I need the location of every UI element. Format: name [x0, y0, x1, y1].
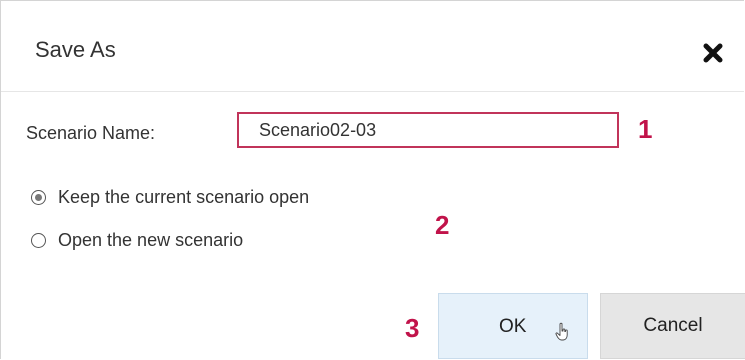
- save-as-dialog: Save As Scenario Name: 1 Keep the curren…: [0, 0, 745, 359]
- dialog-header: Save As: [1, 1, 744, 92]
- radio-open-new[interactable]: [31, 233, 46, 248]
- close-icon: [703, 43, 723, 63]
- hand-pointer-icon: [555, 322, 568, 341]
- scenario-name-input[interactable]: [237, 112, 619, 148]
- callout-2: 2: [435, 210, 450, 240]
- cancel-button[interactable]: Cancel: [600, 293, 745, 359]
- dialog-title: Save As: [35, 37, 116, 62]
- ok-button[interactable]: OK: [438, 293, 588, 359]
- radio-keep-current-open[interactable]: [31, 190, 46, 205]
- option-keep-current-open[interactable]: Keep the current scenario open: [31, 187, 309, 208]
- close-button[interactable]: [701, 41, 725, 65]
- option-open-new-label: Open the new scenario: [58, 230, 244, 250]
- option-open-new[interactable]: Open the new scenario: [31, 230, 243, 251]
- ok-button-label: OK: [499, 316, 527, 337]
- scenario-name-label: Scenario Name:: [26, 123, 156, 143]
- callout-1: 1: [638, 114, 653, 144]
- option-keep-current-open-label: Keep the current scenario open: [58, 187, 310, 207]
- callout-3: 3: [405, 313, 420, 343]
